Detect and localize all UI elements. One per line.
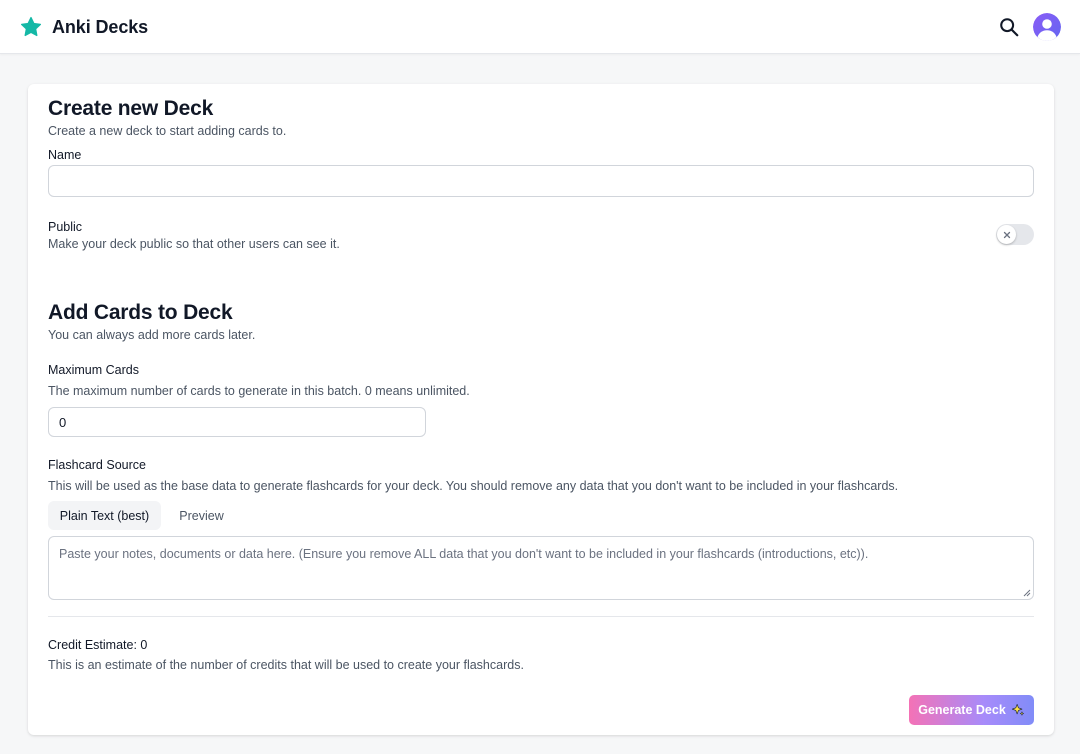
- add-cards-subtitle: You can always add more cards later.: [48, 328, 256, 342]
- section-divider: [48, 616, 1034, 617]
- app-brand[interactable]: Anki Decks: [52, 17, 148, 38]
- top-nav-bar: Anki Decks: [0, 0, 1080, 54]
- credit-estimate-hint: This is an estimate of the number of cre…: [48, 658, 524, 672]
- source-hint: This will be used as the base data to ge…: [48, 479, 899, 493]
- close-icon: [1003, 231, 1010, 238]
- generate-deck-button[interactable]: Generate Deck: [909, 695, 1034, 725]
- add-cards-title: Add Cards to Deck: [48, 301, 233, 324]
- public-toggle[interactable]: [996, 224, 1034, 245]
- search-icon[interactable]: [998, 16, 1020, 38]
- create-deck-card: Create new Deck Create a new deck to sta…: [28, 84, 1054, 735]
- create-deck-subtitle: Create a new deck to start adding cards …: [48, 124, 287, 138]
- max-cards-input[interactable]: [48, 407, 426, 437]
- tab-plain-text[interactable]: Plain Text (best): [48, 501, 161, 530]
- resize-handle-icon[interactable]: [1021, 587, 1031, 597]
- source-label: Flashcard Source: [48, 458, 146, 472]
- source-placeholder: Paste your notes, documents or data here…: [59, 547, 869, 561]
- sparkle-icon: [1011, 703, 1024, 716]
- deck-name-input[interactable]: [48, 165, 1034, 197]
- public-hint: Make your deck public so that other user…: [48, 237, 340, 251]
- name-label: Name: [48, 148, 82, 162]
- tab-preview[interactable]: Preview: [168, 501, 235, 530]
- generate-deck-label: Generate Deck: [918, 703, 1006, 717]
- create-deck-title: Create new Deck: [48, 97, 214, 120]
- star-icon[interactable]: [20, 16, 42, 38]
- user-avatar-icon[interactable]: [1033, 13, 1061, 41]
- toggle-knob: [997, 225, 1016, 244]
- max-cards-hint: The maximum number of cards to generate …: [48, 384, 470, 398]
- credit-estimate-label: Credit Estimate: 0: [48, 638, 148, 652]
- public-label: Public: [48, 220, 83, 234]
- flashcard-source-textarea[interactable]: Paste your notes, documents or data here…: [48, 536, 1034, 600]
- max-cards-label: Maximum Cards: [48, 363, 139, 377]
